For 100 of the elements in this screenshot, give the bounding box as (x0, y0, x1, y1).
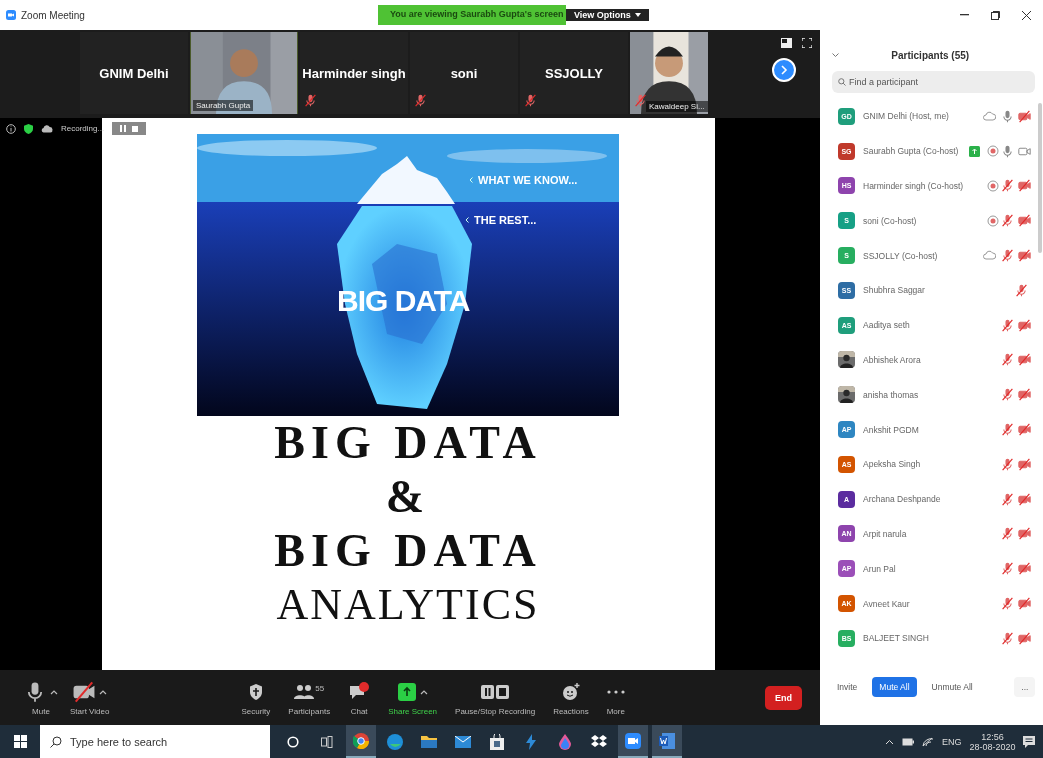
muted-mic-icon (1001, 492, 1015, 506)
box-icon[interactable] (591, 734, 607, 749)
chevron-right-icon (780, 65, 788, 75)
battery-icon[interactable] (901, 737, 914, 746)
muted-mic-icon (1001, 249, 1015, 263)
participant-name: Avneet Kaur (863, 598, 911, 609)
more-button[interactable]: ... (1014, 677, 1036, 697)
close-icon[interactable] (1022, 10, 1032, 20)
caret-icon[interactable] (98, 688, 107, 695)
clock-date[interactable]: 28-08-2020 (969, 741, 1016, 752)
view-options-button[interactable]: View Options (566, 9, 649, 21)
caret-icon[interactable] (884, 738, 894, 745)
video-off-icon (1018, 492, 1032, 506)
muted-mic-icon (1001, 423, 1015, 437)
slide-heading: ANALYTICS (276, 579, 540, 631)
end-button[interactable]: End (765, 685, 802, 710)
shield-icon (247, 682, 264, 701)
shopping-bag-icon[interactable] (490, 733, 504, 750)
collapse-icon[interactable] (832, 52, 839, 58)
toolbar-button[interactable]: Security (235, 679, 277, 716)
next-page-button[interactable] (772, 58, 796, 82)
toolbar-button[interactable]: More (600, 679, 631, 716)
participant-name: Arpit narula (863, 528, 908, 539)
toolbar-button[interactable]: Share Screen (382, 679, 444, 716)
toolbar-button[interactable]: Chat (342, 679, 377, 716)
video-tile[interactable]: soni (410, 32, 518, 114)
caret-icon[interactable] (419, 688, 428, 695)
share-screen-icon (969, 145, 981, 157)
participant-count: 55 (315, 683, 325, 693)
participant-name: Arun Pal (863, 563, 897, 574)
video-tile[interactable]: SSJOLLY (520, 32, 628, 114)
smiley-icon (560, 681, 581, 702)
restore-icon[interactable] (991, 10, 1001, 20)
slide-heading: & (385, 470, 431, 524)
cloud-icon (983, 250, 997, 262)
screen-share-banner: You are viewing Saurabh Gupta's screen (378, 5, 566, 25)
cortana-icon[interactable] (287, 735, 299, 748)
panel-title: Participants (55) (890, 49, 971, 61)
slide-bullet: WHAT WE KNOW... (478, 174, 578, 186)
video-tile[interactable]: GNIM Delhi (80, 32, 188, 114)
participant-row[interactable]: anisha thomas (820, 377, 1038, 413)
minimize-icon[interactable] (960, 14, 970, 16)
video-tile[interactable]: Harminder singh (300, 32, 408, 114)
chevron-left-icon (469, 177, 473, 183)
shield-icon[interactable] (24, 123, 33, 134)
participant-name: Shubhra Saggar (863, 285, 926, 296)
taskbar-search-field[interactable]: Type here to search (40, 725, 270, 758)
mic-icon (1001, 109, 1015, 123)
recording-icon (986, 214, 999, 227)
muted-mic-icon (304, 94, 317, 107)
taskbar-search-input[interactable]: Type here to search (70, 726, 270, 757)
muted-mic-icon (1015, 283, 1029, 297)
fullscreen-icon[interactable] (802, 38, 812, 48)
layout-icon[interactable] (781, 38, 792, 48)
participant-name: SSJOLLY (Co-host) (863, 250, 939, 261)
network-icon[interactable] (921, 736, 934, 747)
slide-heading: BIG DATA (274, 416, 542, 470)
panel-button[interactable]: Mute All (872, 677, 917, 697)
notification-icon[interactable] (1023, 735, 1036, 748)
toolbar-button[interactable]: Mute (18, 679, 64, 716)
clock-time[interactable]: 12:56 (981, 731, 1004, 742)
participant-name: anisha thomas (863, 389, 920, 400)
toolbar-button[interactable]: Reactions (547, 679, 595, 716)
participant-name: Abhishek Arora (863, 354, 922, 365)
slide-bullet: THE REST... (474, 214, 537, 226)
folder-icon[interactable] (421, 735, 437, 748)
stop-icon[interactable] (132, 125, 139, 132)
participant-name: Aaditya seth (863, 320, 911, 331)
participant-name: soni (450, 65, 478, 81)
video-off-icon (1018, 527, 1032, 541)
info-icon[interactable] (6, 123, 16, 134)
caret-icon[interactable] (50, 688, 58, 695)
video-off-icon (1018, 631, 1032, 645)
windows-start-icon[interactable] (13, 735, 27, 748)
mail-icon[interactable] (455, 735, 471, 748)
app-logo-icon (6, 10, 16, 20)
video-app-icon[interactable] (625, 732, 641, 749)
participant-name: Apeksha Singh (863, 459, 922, 470)
search-field[interactable]: Find a participant (832, 71, 1036, 93)
video-off-icon (72, 680, 95, 703)
language-indicator[interactable]: ENG (941, 736, 962, 747)
search-input[interactable]: Find a participant (849, 72, 1036, 92)
drop-icon[interactable] (559, 733, 571, 750)
participant-row[interactable]: Abhishek Arora (820, 342, 1038, 378)
participant-name: soni (Co-host) (863, 215, 918, 226)
document-app-icon[interactable] (659, 732, 675, 749)
toolbar-button[interactable]: Pause/Stop Recording (449, 679, 542, 716)
toolbar-button[interactable]: 55 Participants (282, 679, 337, 716)
browser-icon[interactable] (387, 733, 403, 750)
muted-mic-icon (1001, 179, 1015, 193)
video-off-icon (1018, 423, 1032, 437)
pause-icon[interactable] (120, 125, 127, 132)
toolbar-button[interactable]: Start Video (64, 679, 116, 716)
task-view-icon[interactable] (321, 735, 333, 748)
chat-icon (348, 681, 371, 702)
participant-name: SSJOLLY (544, 65, 603, 81)
window-title: Zoom Meeting (21, 9, 85, 21)
more-icon (606, 689, 625, 694)
lightning-icon[interactable] (526, 733, 536, 750)
browser-icon[interactable] (353, 732, 369, 749)
